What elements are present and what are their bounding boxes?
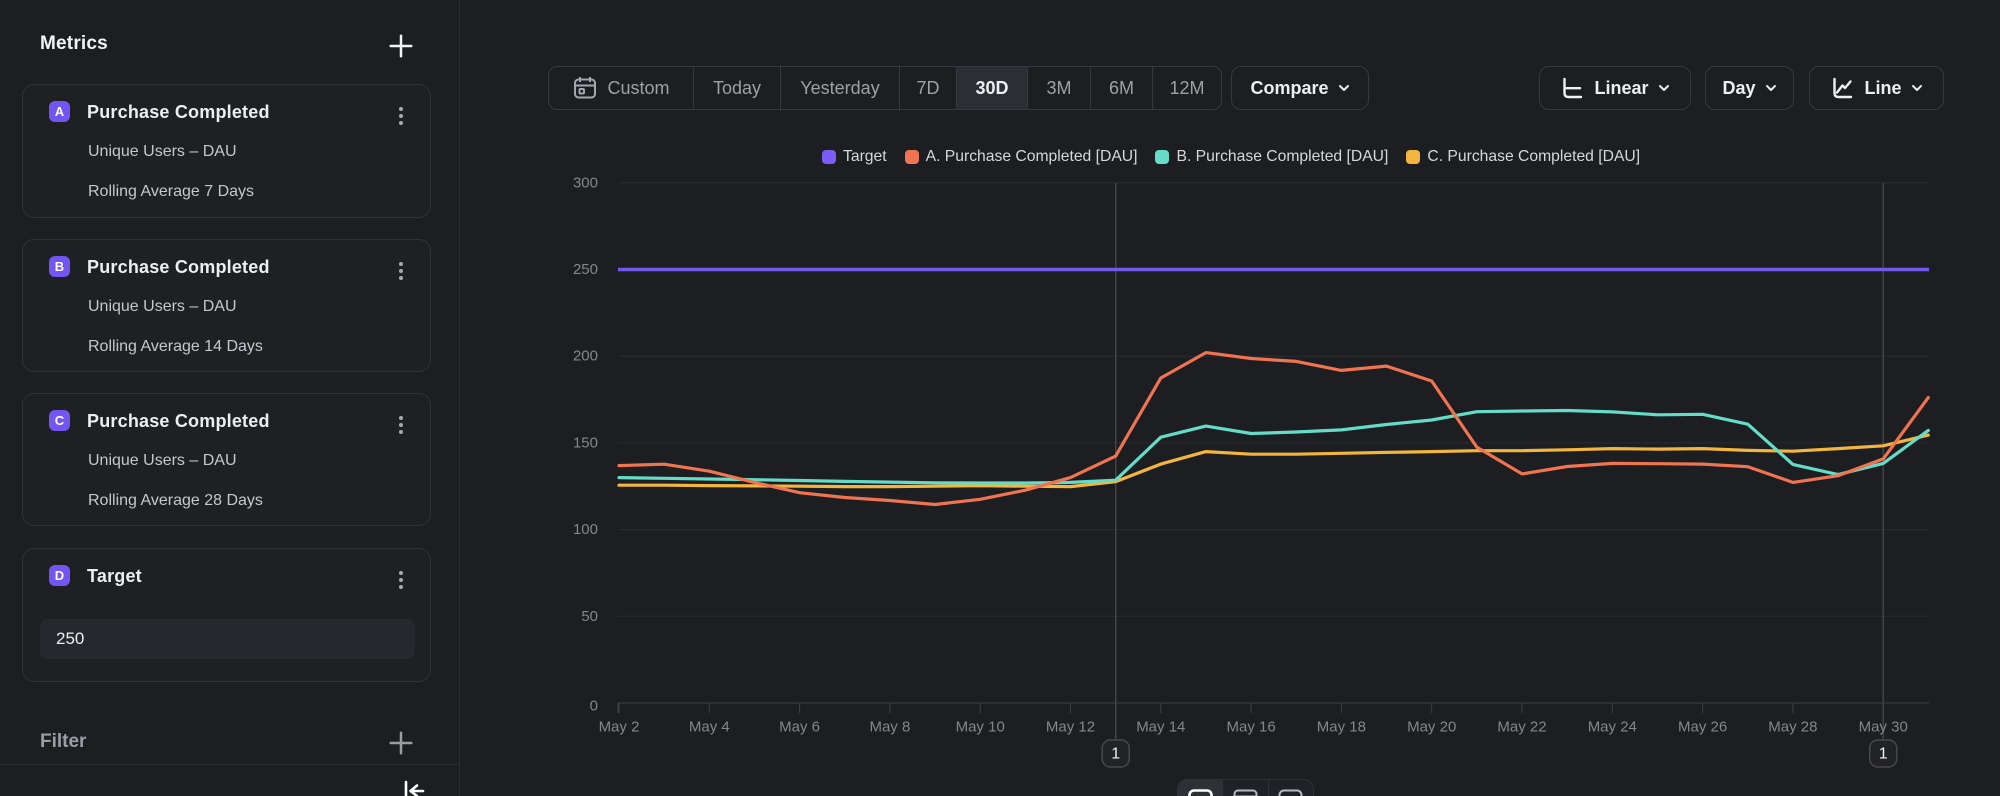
svg-text:1: 1 <box>1111 746 1120 763</box>
svg-text:200: 200 <box>573 348 598 365</box>
svg-text:250: 250 <box>573 261 598 278</box>
svg-text:May 18: May 18 <box>1317 719 1366 736</box>
svg-text:May 28: May 28 <box>1768 719 1817 736</box>
svg-text:May 24: May 24 <box>1588 719 1637 736</box>
svg-text:May 12: May 12 <box>1046 719 1095 736</box>
svg-text:300: 300 <box>573 174 598 191</box>
svg-text:May 14: May 14 <box>1136 719 1185 736</box>
svg-text:May 20: May 20 <box>1407 719 1456 736</box>
svg-text:May 2: May 2 <box>599 719 640 736</box>
svg-text:50: 50 <box>581 608 598 625</box>
svg-text:May 10: May 10 <box>956 719 1005 736</box>
svg-text:1: 1 <box>1879 746 1888 763</box>
svg-text:May 30: May 30 <box>1859 719 1908 736</box>
svg-text:May 4: May 4 <box>689 719 730 736</box>
svg-text:150: 150 <box>573 434 598 451</box>
svg-text:0: 0 <box>590 698 598 715</box>
svg-text:May 22: May 22 <box>1497 719 1546 736</box>
svg-text:100: 100 <box>573 521 598 538</box>
svg-text:May 26: May 26 <box>1678 719 1727 736</box>
svg-text:May 8: May 8 <box>869 719 910 736</box>
svg-text:May 6: May 6 <box>779 719 820 736</box>
svg-text:May 16: May 16 <box>1226 719 1275 736</box>
